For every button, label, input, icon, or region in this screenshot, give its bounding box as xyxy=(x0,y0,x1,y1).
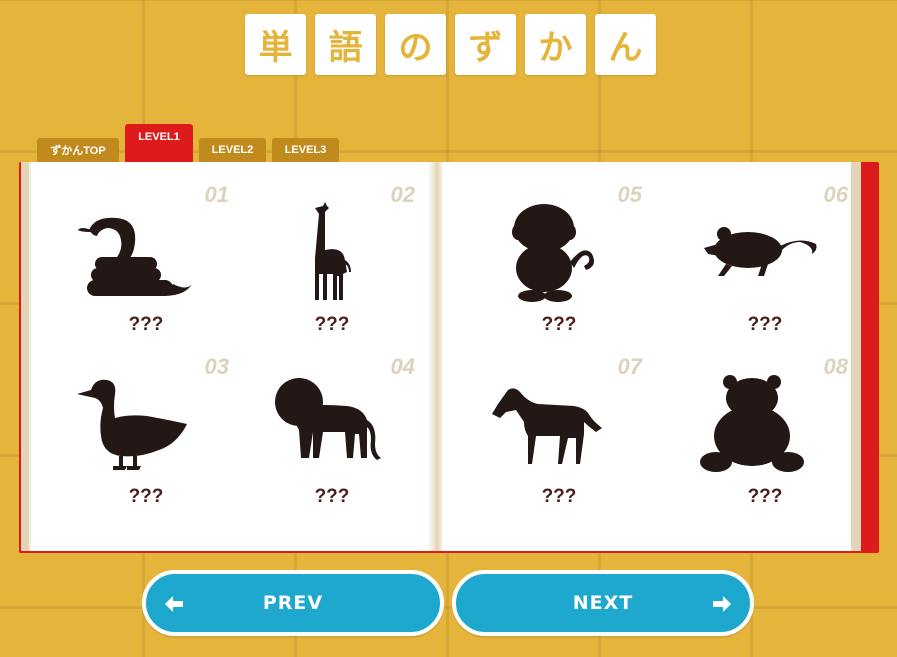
card-number: 03 xyxy=(204,354,229,379)
giraffe-silhouette-icon xyxy=(263,202,393,302)
card-number: 04 xyxy=(390,354,415,379)
card-name: ??? xyxy=(747,314,783,335)
card-07[interactable]: 07 ??? xyxy=(464,334,654,507)
tab-top[interactable]: ずかんTOP xyxy=(37,138,119,162)
lion-silhouette-icon xyxy=(263,374,393,474)
page-title: 単 語 の ず か ん xyxy=(245,14,656,75)
duck-silhouette-icon xyxy=(77,374,207,474)
card-number: 07 xyxy=(617,354,642,379)
title-char: ず xyxy=(455,14,516,75)
tab-level3[interactable]: LEVEL3 xyxy=(272,138,339,162)
card-01[interactable]: 01 ??? xyxy=(51,162,241,335)
horse-silhouette-icon xyxy=(490,374,620,474)
card-name: ??? xyxy=(314,314,350,335)
left-page: 01 ??? 02 ??? 03 ??? 04 ??? xyxy=(21,162,432,551)
next-label: NEXT xyxy=(572,592,634,614)
picture-book: 01 ??? 02 ??? 03 ??? 04 ??? 05 ??? 06 ??… xyxy=(19,162,879,553)
next-button[interactable]: NEXT xyxy=(452,570,754,636)
arrow-right-icon xyxy=(711,593,733,615)
card-06[interactable]: 06 ??? xyxy=(670,162,860,335)
title-char: の xyxy=(385,14,446,75)
snake-silhouette-icon xyxy=(77,202,207,302)
title-char: ん xyxy=(595,14,656,75)
prev-button[interactable]: PREV xyxy=(142,570,444,636)
level-tabs: ずかんTOP LEVEL1 LEVEL2 LEVEL3 xyxy=(37,124,339,162)
card-name: ??? xyxy=(541,486,577,507)
title-char: 単 xyxy=(245,14,306,75)
tab-level2[interactable]: LEVEL2 xyxy=(199,138,266,162)
card-05[interactable]: 05 ??? xyxy=(464,162,654,335)
arrow-left-icon xyxy=(163,593,185,615)
card-number: 06 xyxy=(823,182,848,207)
card-02[interactable]: 02 ??? xyxy=(237,162,427,335)
card-name: ??? xyxy=(747,486,783,507)
prev-label: PREV xyxy=(262,592,324,614)
card-03[interactable]: 03 ??? xyxy=(51,334,241,507)
title-char: 語 xyxy=(315,14,376,75)
card-number: 01 xyxy=(204,182,229,207)
monkey-silhouette-icon xyxy=(490,202,620,302)
card-name: ??? xyxy=(128,314,164,335)
tab-level1[interactable]: LEVEL1 xyxy=(125,124,193,162)
card-08[interactable]: 08 ??? xyxy=(670,334,860,507)
right-page: 05 ??? 06 ??? 07 ??? 08 ??? xyxy=(442,162,861,551)
card-name: ??? xyxy=(314,486,350,507)
card-number: 05 xyxy=(617,182,642,207)
card-04[interactable]: 04 ??? xyxy=(237,334,427,507)
card-number: 08 xyxy=(823,354,848,379)
card-name: ??? xyxy=(128,486,164,507)
bear-silhouette-icon xyxy=(696,374,826,474)
mouse-silhouette-icon xyxy=(696,202,826,302)
title-char: か xyxy=(525,14,586,75)
card-name: ??? xyxy=(541,314,577,335)
card-number: 02 xyxy=(390,182,415,207)
